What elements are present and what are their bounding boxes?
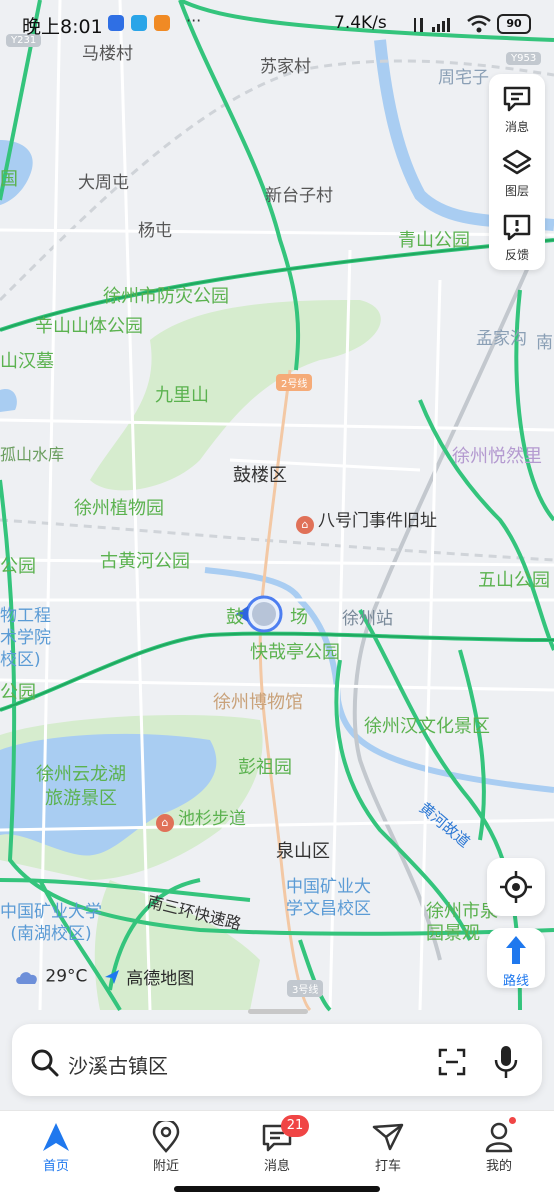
map-label: 南 [536, 333, 553, 353]
message-icon [503, 86, 531, 112]
map-label[interactable]: 古黄河公园 [100, 552, 190, 572]
sheet-handle[interactable] [248, 1009, 308, 1014]
map-label: 鼓楼区 [233, 465, 287, 486]
location-pin-icon [152, 1121, 180, 1153]
battery-indicator: 90 [497, 14, 531, 34]
map-label: 国 [0, 169, 18, 190]
route-arrow-icon [506, 936, 526, 964]
map-label: 周宅子 [438, 68, 489, 88]
map-label: 泉山区 [276, 841, 330, 862]
video-app-icon [154, 15, 170, 31]
cloud-icon [16, 971, 37, 984]
map-label[interactable]: 徐州悦然里 [452, 447, 542, 467]
map-label[interactable]: 彭祖园 [238, 758, 292, 778]
search-icon [31, 1049, 59, 1077]
tab-nearby[interactable]: 附近 [126, 1117, 206, 1181]
tab-home[interactable]: 首页 [16, 1117, 96, 1181]
road-shield: Y953 [506, 52, 542, 65]
unread-badge: 21 [281, 1115, 309, 1137]
map-label: 场 [290, 607, 308, 628]
route-label: 路线 [502, 974, 529, 989]
map-label[interactable]: 徐州云龙湖 旅游景区 [36, 763, 126, 811]
landmark-icon: ⌂ [296, 516, 314, 534]
search-query[interactable]: 沙溪古镇区 [68, 1050, 168, 1079]
map-label[interactable]: 五山公园 [478, 571, 550, 591]
network-speed: 7.4K/s [334, 13, 387, 33]
notification-dot [509, 1117, 516, 1124]
map-label[interactable]: 辛山山体公园 [35, 317, 143, 337]
map-label[interactable]: 徐州植物园 [74, 499, 164, 519]
status-time: 晚上8:01 [22, 16, 103, 38]
tab-label: 我的 [485, 1159, 512, 1174]
landmark-icon: ⌂ [156, 814, 174, 832]
layers-icon [502, 149, 532, 175]
map-label[interactable]: 青山公园 [398, 231, 470, 251]
map-label[interactable]: 徐州市防灾公园 [103, 287, 229, 307]
locate-me-button[interactable] [487, 858, 545, 916]
navigation-arrow-icon [43, 1123, 69, 1151]
tab-label: 首页 [42, 1159, 69, 1174]
map-view[interactable]: 马楼村 苏家村 周宅子 大周屯 杨屯 新台子村 青山公园 徐州市防灾公园 辛山山… [0, 0, 554, 1110]
tab-label: 打车 [374, 1159, 401, 1174]
poi-label[interactable]: ⌂ 池杉步道 [156, 809, 246, 832]
map-label[interactable]: 孤山水库 [0, 445, 64, 465]
messages-button[interactable]: 消息 [489, 78, 545, 140]
map-label: 马楼村 [82, 44, 133, 64]
map-label: 孟家沟 [476, 329, 527, 349]
map-label[interactable]: 九里山 [155, 386, 209, 406]
map-label[interactable]: 徐州汉文化景区 [364, 717, 490, 737]
temperature: 29°C [45, 966, 88, 987]
layers-button[interactable]: 图层 [489, 142, 545, 204]
map-label: 大周屯 [78, 173, 129, 193]
bilibili-app-icon [131, 15, 147, 31]
home-indicator[interactable] [174, 1186, 380, 1192]
feedback-button[interactable]: 反馈 [489, 206, 545, 268]
map-label[interactable]: 中国矿业大学 (南湖校区) [0, 901, 102, 945]
map-label[interactable]: 山汉墓 [0, 352, 54, 372]
feedback-label: 反馈 [504, 248, 529, 262]
water [0, 389, 17, 412]
metro-shield: 3号线 [287, 980, 324, 997]
signal-icon [414, 18, 450, 32]
tab-profile[interactable]: 我的 [459, 1117, 539, 1181]
map-label[interactable]: 快哉亭公园 [250, 643, 340, 663]
status-bar: 晚上8:01 ··· 7.4K/s 90 [0, 8, 554, 42]
feedback-icon [503, 214, 531, 241]
shield-app-icon [108, 15, 124, 31]
map-label: 杨屯 [138, 221, 172, 241]
map-label[interactable]: 徐州博物馆 [213, 693, 303, 713]
map-label: 新台子村 [265, 186, 333, 206]
railway [0, 518, 554, 562]
map-label[interactable]: 徐州站 [342, 609, 393, 629]
search-bar[interactable]: 沙溪古镇区 [12, 1024, 542, 1096]
map-label[interactable]: 物工程 术学院 校区) [0, 605, 51, 671]
map-label[interactable]: 公园 [0, 683, 36, 703]
more-notifications-icon: ··· [186, 11, 202, 30]
taxi-flag-icon [372, 1123, 404, 1151]
scan-icon[interactable] [436, 1046, 468, 1078]
map-label: 苏家村 [260, 57, 311, 77]
map-label[interactable]: 中国矿业大 学文昌校区 [286, 876, 371, 920]
messages-label: 消息 [504, 120, 529, 134]
map-label: 鼓 [226, 607, 244, 628]
wifi-icon [467, 15, 491, 33]
metro-shield: 2号线 [276, 374, 313, 391]
tab-messages[interactable]: 消息 21 [237, 1115, 317, 1181]
layers-label: 图层 [504, 184, 529, 198]
person-icon [485, 1122, 513, 1153]
tab-taxi[interactable]: 打车 [348, 1117, 428, 1181]
map-label[interactable]: 公园 [0, 557, 36, 577]
map-tools-panel: 消息 图层 反馈 [489, 74, 545, 270]
tab-label: 附近 [152, 1159, 179, 1174]
microphone-icon[interactable] [492, 1044, 520, 1080]
poi-label[interactable]: ⌂ 八号门事件旧址 [296, 511, 437, 534]
bottom-sheet: 沙溪古镇区 [0, 1018, 554, 1110]
crosshair-icon [500, 871, 532, 903]
weather-row: 29°C 高德地图 [14, 964, 194, 990]
amap-logo-icon [104, 969, 119, 984]
tab-label: 消息 [263, 1159, 290, 1174]
amap-brand: 高德地图 [126, 969, 195, 989]
route-button[interactable]: 路线 [487, 928, 545, 989]
